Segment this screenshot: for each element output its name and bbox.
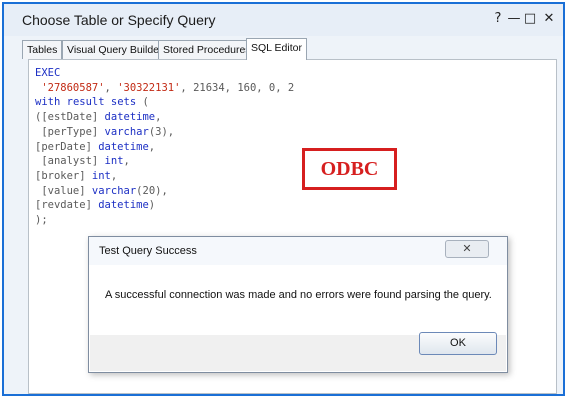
dialog-title: Test Query Success (99, 245, 197, 257)
sql-line: ); (35, 214, 48, 227)
ok-button[interactable]: OK (419, 332, 497, 355)
sql-code[interactable]: EXEC '27860587', '30322131', 21634, 160,… (35, 66, 294, 228)
dialog-close-icon[interactable]: ✕ (445, 240, 489, 258)
maximize-icon[interactable]: □ (520, 10, 540, 28)
tab-sql-editor[interactable]: SQL Editor (246, 38, 307, 60)
test-query-dialog: Test Query Success ✕ A successful connec… (88, 236, 508, 373)
sql-line: [revdate] datetime) (35, 199, 156, 212)
sql-line: [perDate] datetime, (35, 140, 156, 153)
sql-line: [perType] varchar(3), (35, 125, 175, 138)
odbc-annotation: ODBC (302, 148, 397, 190)
sql-line: [analyst] int, (35, 155, 130, 168)
tab-visual-query-builder[interactable]: Visual Query Builder (62, 40, 168, 59)
sql-line: [broker] int, (35, 169, 118, 182)
close-icon[interactable]: ✕ (539, 10, 559, 28)
sql-line: with result sets ( (35, 96, 149, 109)
window-titlebar: Choose Table or Specify Query ? — □ ✕ (4, 4, 563, 36)
sql-line: [value] varchar(20), (35, 184, 168, 197)
tab-stored-procedures[interactable]: Stored Procedures (158, 40, 256, 59)
dialog-message: A successful connection was made and no … (105, 289, 492, 301)
sql-line: '27860587', '30322131', 21634, 160, 0, 2 (41, 81, 295, 94)
sql-line: EXEC (35, 67, 61, 79)
sql-line: ([estDate] datetime, (35, 111, 162, 124)
window-title: Choose Table or Specify Query (22, 12, 216, 28)
tab-tables[interactable]: Tables (22, 40, 63, 59)
dialog-titlebar: Test Query Success ✕ (89, 237, 507, 265)
